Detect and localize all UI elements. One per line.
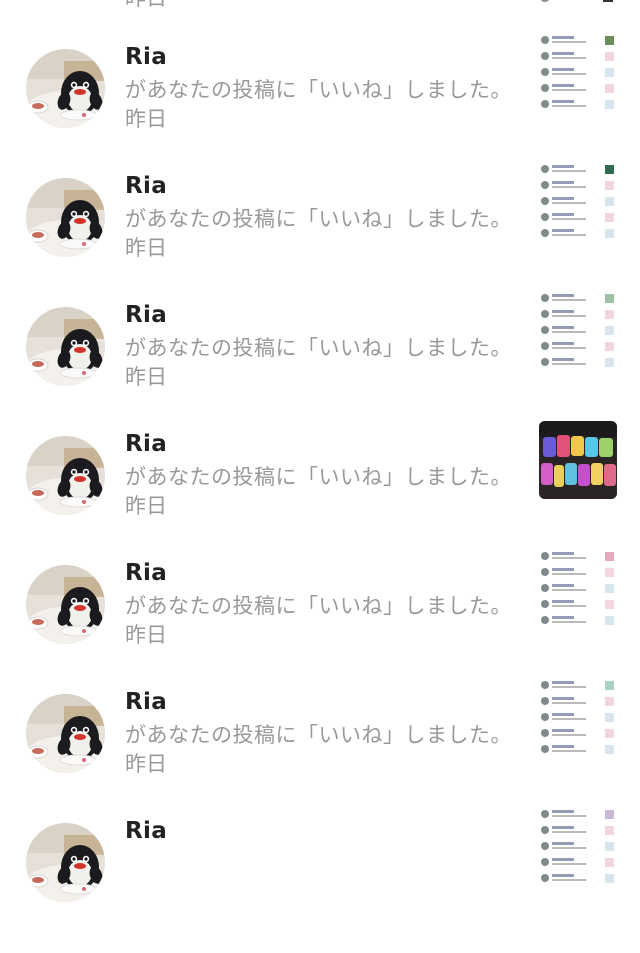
user-avatar[interactable] bbox=[26, 307, 105, 386]
post-thumbnail[interactable] bbox=[539, 679, 617, 757]
notification-message: があなたの投稿に「いいね」しました。 bbox=[125, 336, 512, 360]
post-thumbnail[interactable] bbox=[539, 421, 617, 499]
notification-item[interactable]: Ria があなたの投稿に「いいね」しました。 昨日 bbox=[0, 421, 640, 566]
user-avatar[interactable] bbox=[26, 823, 105, 902]
user-avatar[interactable] bbox=[26, 178, 105, 257]
post-thumbnail[interactable] bbox=[539, 163, 617, 241]
post-thumbnail[interactable] bbox=[539, 0, 617, 6]
username[interactable]: Ria bbox=[125, 302, 167, 328]
post-thumbnail[interactable] bbox=[539, 34, 617, 112]
notification-message: があなたの投稿に「いいね」しました。 bbox=[125, 594, 512, 618]
user-avatar[interactable] bbox=[26, 694, 105, 773]
user-avatar[interactable] bbox=[26, 565, 105, 644]
time-label: 昨日 bbox=[125, 623, 167, 647]
notification-item[interactable]: Ria があなたの投稿に「いいね」しました。 昨日 bbox=[0, 163, 640, 308]
notification-message: があなたの投稿に「いいね」しました。 bbox=[125, 207, 512, 231]
time-label: 昨日 bbox=[125, 0, 167, 12]
notification-item[interactable]: Ria があなたの投稿に「いいね」しました。 昨日 bbox=[0, 679, 640, 824]
notification-item[interactable]: Ria があなたの投稿に「いいね」しました。 昨日 bbox=[0, 550, 640, 695]
notification-item[interactable]: Ria があなたの投稿に「いいね」しました。 昨日 bbox=[0, 292, 640, 437]
user-avatar[interactable] bbox=[26, 49, 105, 128]
username[interactable]: Ria bbox=[125, 431, 167, 457]
notification-message: があなたの投稿に「いいね」しました。 bbox=[125, 723, 512, 747]
post-thumbnail[interactable] bbox=[539, 550, 617, 628]
post-thumbnail[interactable] bbox=[539, 292, 617, 370]
username[interactable]: Ria bbox=[125, 44, 167, 70]
notification-item[interactable]: Ria bbox=[0, 808, 640, 953]
time-label: 昨日 bbox=[125, 107, 167, 131]
username[interactable]: Ria bbox=[125, 560, 167, 586]
notification-message: があなたの投稿に「いいね」しました。 bbox=[125, 78, 512, 102]
username[interactable]: Ria bbox=[125, 173, 167, 199]
notification-item[interactable]: Ria があなたの投稿に「いいね」しました。 昨日 bbox=[0, 34, 640, 179]
time-label: 昨日 bbox=[125, 236, 167, 260]
time-label: 昨日 bbox=[125, 365, 167, 389]
time-label: 昨日 bbox=[125, 752, 167, 776]
user-avatar[interactable] bbox=[26, 436, 105, 515]
username[interactable]: Ria bbox=[125, 818, 167, 844]
time-label: 昨日 bbox=[125, 494, 167, 518]
username[interactable]: Ria bbox=[125, 689, 167, 715]
notification-message: があなたの投稿に「いいね」しました。 bbox=[125, 465, 512, 489]
post-thumbnail[interactable] bbox=[539, 808, 617, 886]
